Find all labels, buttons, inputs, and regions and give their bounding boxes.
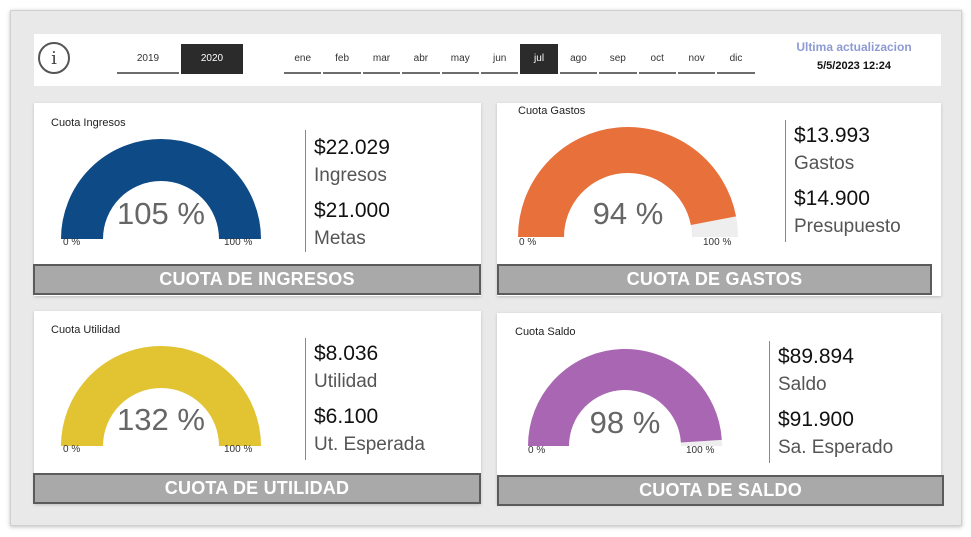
gauge-title: Cuota Utilidad xyxy=(51,324,121,336)
gauge-max-label: 100 % xyxy=(703,237,732,248)
month-option[interactable]: sep xyxy=(599,44,637,74)
banner-ingresos[interactable]: CUOTA DE INGRESOS xyxy=(33,264,481,295)
year-option-selected[interactable]: 2020 xyxy=(181,44,243,74)
kpi-value-actual: $22.029 xyxy=(314,136,390,159)
gauge-max-label: 100 % xyxy=(224,237,253,248)
banner-utilidad[interactable]: CUOTA DE UTILIDAD xyxy=(33,473,481,504)
last-update-value: 5/5/2023 12:24 xyxy=(816,60,891,72)
month-option[interactable]: abr xyxy=(402,44,440,74)
gauge-percent: 94 % xyxy=(592,196,664,231)
month-option[interactable]: feb xyxy=(323,44,361,74)
gauge-percent: 98 % xyxy=(589,405,661,440)
month-option[interactable]: may xyxy=(441,44,479,74)
year-option[interactable]: 2019 xyxy=(117,44,179,74)
month-option[interactable]: ene xyxy=(284,44,322,74)
month-option[interactable]: oct xyxy=(638,44,676,74)
divider xyxy=(785,120,786,242)
kpi-label-target: Sa. Esperado xyxy=(778,437,894,458)
month-option[interactable]: ago xyxy=(559,44,598,74)
kpi-label-actual: Gastos xyxy=(794,153,855,174)
gauge-percent: 132 % xyxy=(117,402,205,437)
year-slicer: 2019 2020 xyxy=(117,44,245,74)
gauge-percent: 105 % xyxy=(117,196,205,231)
gauge-title: Cuota Gastos xyxy=(518,105,586,117)
banner-gastos[interactable]: CUOTA DE GASTOS xyxy=(497,264,932,295)
kpi-value-actual: $8.036 xyxy=(314,342,379,365)
kpi-value-actual: $89.894 xyxy=(778,345,854,368)
gauge-min-label: 0 % xyxy=(63,444,81,455)
month-option[interactable]: mar xyxy=(362,44,401,74)
gauge-title: Cuota Ingresos xyxy=(51,117,126,129)
divider xyxy=(305,338,306,460)
filter-bar: i 2019 2020 ene feb mar abr may jun jul … xyxy=(34,34,941,86)
banner-saldo[interactable]: CUOTA DE SALDO xyxy=(497,475,944,506)
kpi-label-target: Ut. Esperada xyxy=(314,434,425,455)
kpi-value-target: $91.900 xyxy=(778,408,854,431)
kpi-label-target: Metas xyxy=(314,228,366,249)
divider xyxy=(305,130,306,252)
last-update: Ultima actualizacion 5/5/2023 12:24 xyxy=(789,40,919,72)
month-option[interactable]: nov xyxy=(677,44,716,74)
last-update-label: Ultima actualizacion xyxy=(796,40,912,54)
gauge-max-label: 100 % xyxy=(224,444,253,455)
info-icon[interactable]: i xyxy=(38,42,70,74)
kpi-value-target: $21.000 xyxy=(314,199,390,222)
month-slicer: ene feb mar abr may jun jul ago sep oct … xyxy=(284,44,757,74)
month-option-selected[interactable]: jul xyxy=(520,44,558,74)
kpi-label-actual: Saldo xyxy=(778,374,827,395)
gauge-min-label: 0 % xyxy=(519,237,537,248)
gauge-title: Cuota Saldo xyxy=(515,326,576,338)
kpi-value-target: $6.100 xyxy=(314,405,379,428)
kpi-label-target: Presupuesto xyxy=(794,216,901,237)
kpi-label-actual: Utilidad xyxy=(314,371,378,392)
gauge-min-label: 0 % xyxy=(63,237,81,248)
divider xyxy=(769,341,770,463)
gauge-min-label: 0 % xyxy=(528,445,546,456)
month-option[interactable]: dic xyxy=(717,44,755,74)
kpi-value-target: $14.900 xyxy=(794,187,870,210)
kpi-label-actual: Ingresos xyxy=(314,165,387,186)
kpi-value-actual: $13.993 xyxy=(794,124,870,147)
gauge-max-label: 100 % xyxy=(686,445,715,456)
month-option[interactable]: jun xyxy=(480,44,519,74)
